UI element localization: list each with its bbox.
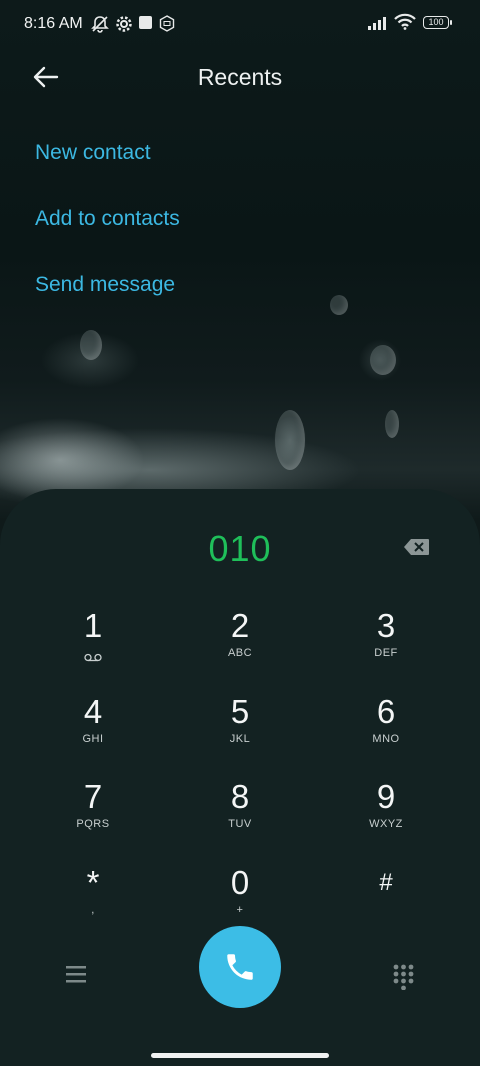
key-2[interactable]: 2 ABC [180, 607, 300, 679]
key-digit: * [86, 864, 100, 901]
hexagon-icon [159, 15, 175, 36]
key-3[interactable]: 3 DEF [326, 607, 446, 679]
voicemail-icon [84, 649, 102, 667]
dialpad-toggle-button[interactable] [393, 964, 414, 995]
key-digit: 2 [230, 607, 250, 644]
key-letters: GHI [82, 733, 104, 745]
key-5[interactable]: 5 JKL [180, 693, 300, 765]
gear-icon [115, 15, 133, 37]
new-contact-link[interactable]: New contact [35, 141, 151, 165]
key-letters: , [91, 904, 95, 916]
key-digit: 0 [230, 864, 250, 901]
key-digit: 7 [83, 778, 103, 815]
key-letters: WXYZ [369, 818, 403, 830]
key-6[interactable]: 6 MNO [326, 693, 446, 765]
key-letters: DEF [374, 647, 398, 659]
water-drop [370, 345, 396, 375]
mute-bell-icon [90, 15, 110, 37]
key-letters: JKL [229, 733, 251, 745]
status-bar: 8:16 AM 100 [0, 0, 480, 48]
key-hash[interactable]: # [326, 864, 446, 936]
key-1[interactable]: 1 [33, 607, 153, 679]
signal-icon [368, 16, 390, 34]
key-digit: 9 [376, 778, 396, 815]
home-indicator[interactable] [151, 1053, 329, 1058]
key-star[interactable]: * , [33, 864, 153, 936]
phone-icon [227, 954, 253, 980]
backspace-button[interactable] [403, 538, 430, 556]
key-letters: + [236, 904, 244, 916]
menu-button[interactable] [66, 966, 86, 988]
key-digit: # [379, 869, 393, 896]
key-digit: 1 [83, 607, 103, 644]
menu-icon [66, 966, 86, 983]
key-letters: ABC [227, 647, 253, 659]
water-drop [330, 295, 348, 315]
key-letters: TUV [228, 818, 252, 830]
battery-icon: 100 [423, 16, 452, 29]
key-digit: 4 [83, 693, 103, 730]
water-drop [80, 330, 102, 360]
key-4[interactable]: 4 GHI [33, 693, 153, 765]
key-digit: 6 [376, 693, 396, 730]
square-icon [138, 15, 153, 34]
key-letters: PQRS [76, 818, 110, 830]
call-button[interactable] [199, 926, 281, 1008]
water-drop [275, 410, 305, 470]
add-to-contacts-link[interactable]: Add to contacts [35, 207, 180, 231]
wifi-icon [394, 13, 416, 34]
key-letters: MNO [372, 733, 400, 745]
dialpad-icon [393, 964, 414, 991]
status-time: 8:16 AM [24, 15, 83, 32]
key-digit: 3 [376, 607, 396, 644]
send-message-link[interactable]: Send message [35, 273, 175, 297]
key-7[interactable]: 7 PQRS [33, 778, 153, 850]
key-digit: 5 [230, 693, 250, 730]
key-9[interactable]: 9 WXYZ [326, 778, 446, 850]
key-digit: 8 [230, 778, 250, 815]
backspace-icon [404, 539, 429, 555]
page-title: Recents [197, 64, 283, 90]
water-drop [385, 410, 399, 438]
key-8[interactable]: 8 TUV [180, 778, 300, 850]
